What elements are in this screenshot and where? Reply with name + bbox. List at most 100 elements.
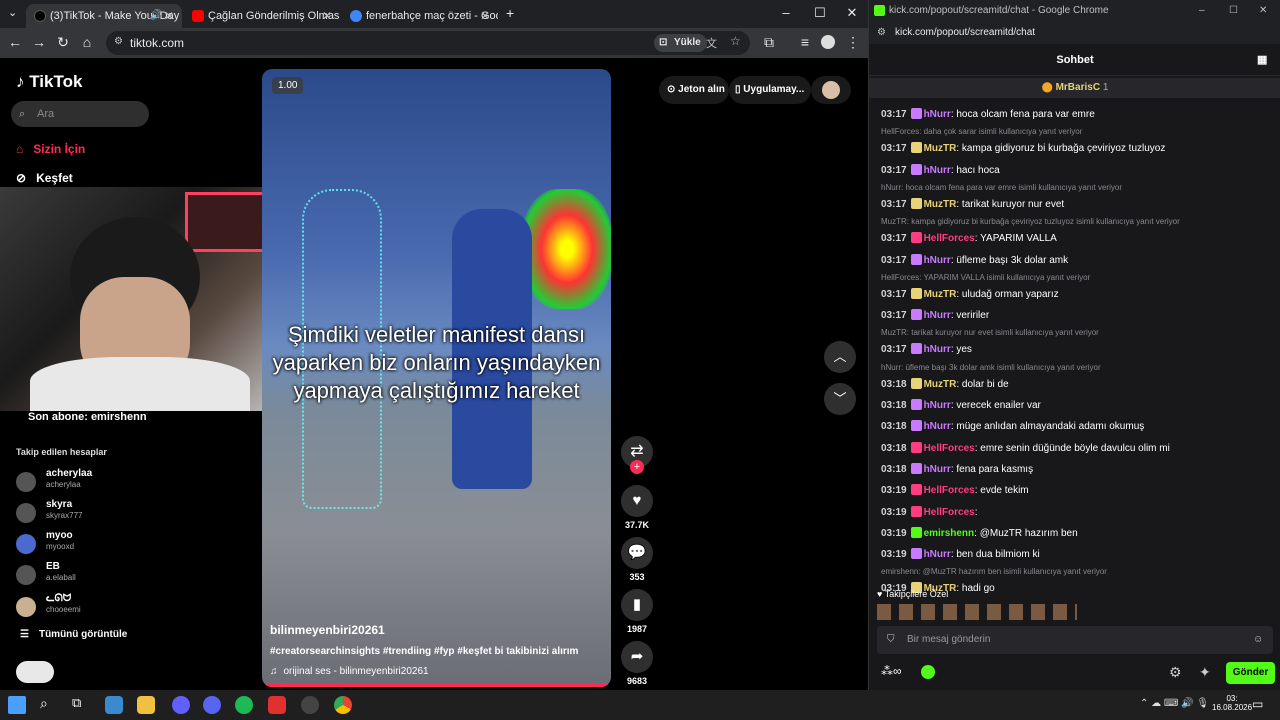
task-view-icon[interactable]: ⧉ [72, 695, 81, 711]
forward-icon[interactable]: → [30, 34, 48, 50]
chat-message[interactable]: 03:17 hNurr: hoca olcam fena para var emr… [881, 108, 1095, 120]
close-tab-icon[interactable]: ✕ [480, 4, 490, 28]
playback-speed[interactable]: 1.00 [272, 77, 304, 94]
get-coins-button[interactable]: ⊙ Jeton alın [659, 76, 729, 104]
clock[interactable]: 03: 16.08.2026 [1212, 694, 1252, 712]
share-action[interactable]: ➦ 9683 [621, 641, 653, 686]
message-username[interactable]: hNurr [924, 109, 951, 120]
reply-context[interactable]: emirshenn: @MuzTR hazırım ben isimli kul… [881, 567, 1107, 576]
minimize-button[interactable]: – [1199, 0, 1205, 22]
translate-icon[interactable]: 文 [706, 35, 717, 51]
windows-start-icon[interactable] [8, 696, 26, 714]
message-username[interactable]: hNurr [924, 421, 951, 432]
site-info-icon[interactable]: ⚙ [877, 22, 886, 44]
see-all-link[interactable]: ☰ Tümünü görüntüle [20, 629, 127, 640]
system-tray-icons[interactable]: ⌃ ☁ ⌨ 🔊 🎙 [1140, 698, 1209, 709]
app-toggle[interactable] [16, 661, 54, 683]
chat-message[interactable]: 03:17 MuzTR: uludağ orman yaparız [881, 287, 1059, 300]
video-username[interactable]: bilinmeyenbiri20261 [270, 623, 385, 637]
chat-message[interactable]: 03:18 HellForces: emre senin düğünde böyl… [881, 441, 1170, 454]
message-username[interactable]: HellForces [924, 443, 975, 454]
reply-context[interactable]: HellForces: daha çok sarar isimli kullan… [881, 127, 1082, 136]
message-username[interactable]: hNurr [924, 400, 951, 411]
chat-message[interactable]: 03:17 HellForces: YAPARIM VALLA [881, 232, 1057, 244]
chat-message[interactable]: 03:17 MuzTR: kampa gidiyoruz bi kurbağa ç… [881, 142, 1165, 154]
install-button[interactable]: ⊡ Yükle [654, 34, 707, 52]
tiktok-logo[interactable]: ♪ TikTok [16, 72, 82, 92]
emoji-icon[interactable]: ☺ [1253, 626, 1263, 654]
notification-icon[interactable]: ▭ [1252, 697, 1263, 711]
video-progress-bar[interactable] [262, 684, 611, 687]
puzzle-icon[interactable]: ✦ [1199, 664, 1211, 681]
send-button[interactable]: Gönder [1226, 662, 1275, 684]
next-video-button[interactable]: ﹀ [824, 383, 856, 415]
message-username[interactable]: HellForces [924, 507, 975, 518]
chat-message[interactable]: 03:17 hNurr: veririler [881, 309, 989, 321]
chat-message[interactable]: 03:18 hNurr: fena para kasmış [881, 462, 1033, 475]
maximize-button[interactable]: ☐ [810, 4, 830, 22]
back-icon[interactable]: ← [6, 34, 24, 50]
close-window-button[interactable]: ✕ [1259, 0, 1267, 22]
streaming-app-icon[interactable] [268, 696, 286, 714]
chat-message[interactable]: 03:17 hNurr: hacı hoca [881, 163, 1000, 176]
message-username[interactable]: MuzTR [924, 199, 957, 210]
close-tab-icon[interactable]: ✕ [322, 4, 332, 28]
message-username[interactable]: MuzTR [924, 379, 957, 390]
mail-icon[interactable] [105, 696, 123, 714]
save-action[interactable]: ▮ 1987 [621, 589, 653, 634]
video-hashtags[interactable]: #creatorsearchinsights #trendiing #fyp #… [270, 646, 578, 657]
chat-message[interactable]: 03:17 hNurr: üfleme başı 3k dolar amk [881, 253, 1068, 266]
video-player[interactable]: 1.00 Şimdiki veletler manifest dansı yap… [262, 69, 611, 687]
nav-explore[interactable]: ⊘ Keşfet [16, 171, 73, 185]
folder-icon[interactable] [137, 696, 155, 714]
app-icon[interactable] [172, 696, 190, 714]
close-tab-icon[interactable]: ✕ [164, 4, 174, 28]
tab-tiktok[interactable]: (3)TikTok - Make Your Day 🔊 ✕ [26, 4, 182, 28]
chat-message[interactable]: 03:19 emirshenn: @MuzTR hazırım ben [881, 526, 1078, 539]
chat-message[interactable]: 03:17 hNurr: yes [881, 343, 972, 355]
message-username[interactable]: MuzTR [924, 289, 957, 300]
message-username[interactable]: hNurr [924, 344, 951, 355]
chat-message[interactable]: 03:17 MuzTR: tarikat kuruyor nur evet [881, 197, 1064, 210]
chrome-icon[interactable] [334, 696, 352, 714]
points-icon[interactable]: ⁂∞ [881, 664, 902, 678]
address-bar[interactable]: ⚙ tiktok.com ⊡ Yükle 文 ☆ [106, 31, 750, 55]
message-username[interactable]: MuzTR [924, 143, 957, 154]
address-bar[interactable]: ⚙ kick.com/popout/screamitd/chat [869, 22, 1280, 44]
message-username[interactable]: HellForces [924, 485, 975, 496]
video-sound[interactable]: ♫ orijinal ses - bilinmeyenbiri20261 [270, 666, 429, 677]
reply-context[interactable]: hNurr: üfleme başı 3k dolar amk isimli k… [881, 363, 1101, 372]
message-username[interactable]: hNurr [924, 310, 951, 321]
bookmark-star-icon[interactable]: ☆ [730, 34, 741, 48]
tab-youtube[interactable]: Çağlan Gönderilmiş Olmasını D ✕ [184, 4, 340, 28]
emote-row[interactable] [877, 604, 1077, 620]
site-info-icon[interactable]: ⚙ [114, 36, 123, 47]
chat-message[interactable]: 03:18 hNurr: verecek enailer var [881, 399, 1041, 411]
spotify-icon[interactable] [235, 696, 253, 714]
media-control-icon[interactable]: ≡ [796, 34, 814, 50]
maximize-button[interactable]: ☐ [1229, 0, 1238, 22]
chat-input[interactable]: ⛉ Bir mesaj gönderin ☺ [877, 626, 1273, 654]
search-icon[interactable]: ⌕ [40, 695, 48, 712]
nav-for-you[interactable]: ⌂ Sizin İçin [16, 142, 85, 156]
message-username[interactable]: hNurr [924, 165, 951, 176]
kick-points-icon[interactable] [921, 665, 935, 679]
obs-icon[interactable] [301, 696, 319, 714]
reply-context[interactable]: hNurr: hoca olcam fena para var emre isi… [881, 183, 1122, 192]
tab-search-icon[interactable]: ⌄ [8, 6, 17, 19]
message-username[interactable]: hNurr [924, 255, 951, 266]
message-username[interactable]: hNurr [924, 464, 951, 475]
chat-settings-icon[interactable]: ▦ [1257, 44, 1267, 76]
profile-avatar[interactable] [821, 35, 835, 49]
message-username[interactable]: emirshenn [924, 528, 975, 539]
search-input[interactable]: ⌕ Ara [11, 101, 149, 127]
speaker-icon[interactable]: 🔊 [150, 4, 162, 28]
chat-message[interactable]: 03:19 HellForces: [881, 505, 978, 518]
follow-plus-button[interactable]: + [630, 460, 644, 474]
reply-context[interactable]: MuzTR: tarikat kuruyor nur evet isimli k… [881, 328, 1099, 337]
discord-icon[interactable] [203, 696, 221, 714]
menu-icon[interactable]: ⋮ [844, 34, 862, 51]
new-tab-button[interactable]: + [506, 5, 514, 21]
message-username[interactable]: HellForces [924, 233, 975, 244]
minimize-button[interactable]: – [776, 4, 796, 22]
